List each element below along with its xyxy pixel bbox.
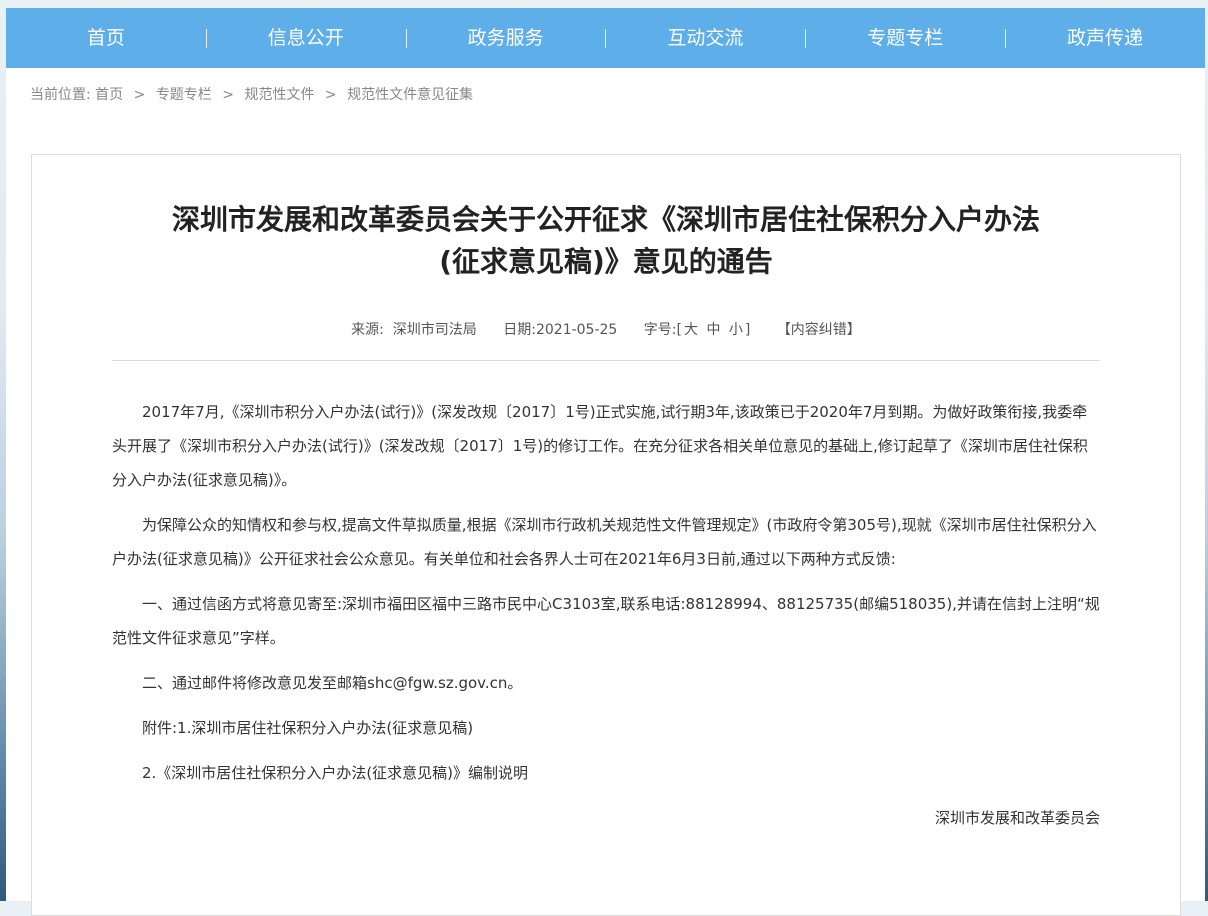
font-size-medium-button[interactable]: 中 xyxy=(706,322,720,338)
article-panel: 深圳市发展和改革委员会关于公开征求《深圳市居住社保积分入户办法 (征求意见稿)》… xyxy=(31,154,1181,916)
page-frame: 首页 信息公开 政务服务 互动交流 专题专栏 政声传递 当前位置: 首页 > 专… xyxy=(6,8,1205,916)
font-size-large-button[interactable]: 大 xyxy=(684,322,698,338)
meta-divider xyxy=(112,360,1100,361)
breadcrumb-link-home[interactable]: 首页 xyxy=(95,87,123,103)
nav-item-info-disclosure[interactable]: 信息公开 xyxy=(205,8,406,68)
nav-item-news[interactable]: 政声传递 xyxy=(1005,8,1205,68)
article-body: 2017年7月,《深圳市积分入户办法(试行)》(深发改规〔2017〕1号)正式实… xyxy=(112,395,1100,835)
breadcrumb-link-special-topics[interactable]: 专题专栏 xyxy=(156,87,212,103)
font-size-bracket-open: [ xyxy=(676,322,682,338)
body-paragraph: 为保障公众的知情权和参与权,提高文件草拟质量,根据《深圳市行政机关规范性文件管理… xyxy=(112,516,1097,568)
font-size-control: 字号:[大 中 小] xyxy=(644,322,751,338)
body-paragraph: 2017年7月,《深圳市积分入户办法(试行)》(深发改规〔2017〕1号)正式实… xyxy=(112,403,1088,489)
body-paragraph: 二、通过邮件将修改意见发至邮箱shc@fgw.sz.gov.cn。 xyxy=(142,674,523,692)
article-title-line-1: 深圳市发展和改革委员会关于公开征求《深圳市居住社保积分入户办法 xyxy=(171,203,1040,236)
breadcrumb-separator: > xyxy=(133,87,146,103)
main-nav: 首页 信息公开 政务服务 互动交流 专题专栏 政声传递 xyxy=(6,8,1205,68)
breadcrumb: 当前位置: 首页 > 专题专栏 > 规范性文件 > 规范性文件意见征集 xyxy=(6,68,1205,124)
source-info: 来源: 深圳市司法局 xyxy=(351,322,477,338)
breadcrumb-separator: > xyxy=(324,87,337,103)
breadcrumb-link-consultation[interactable]: 规范性文件意见征集 xyxy=(347,87,473,103)
article-title: 深圳市发展和改革委员会关于公开征求《深圳市居住社保积分入户办法 (征求意见稿)》… xyxy=(112,199,1100,283)
article-meta: 来源: 深圳市司法局 日期:2021-05-25 字号:[大 中 小] 【内容纠… xyxy=(32,319,1180,341)
nav-item-special-topics[interactable]: 专题专栏 xyxy=(805,8,1005,68)
date-label: 日期: xyxy=(503,322,536,338)
source-label: 来源: xyxy=(351,322,384,338)
article-title-line-2: (征求意见稿)》意见的通告 xyxy=(439,245,773,278)
font-size-small-button[interactable]: 小 xyxy=(729,322,743,338)
attachment-link-2[interactable]: 2.《深圳市居住社保积分入户办法(征求意见稿)》编制说明 xyxy=(112,756,1100,790)
source-value: 深圳市司法局 xyxy=(392,322,477,338)
date-value: 2021-05-25 xyxy=(535,322,618,338)
breadcrumb-prefix: 当前位置: xyxy=(30,87,91,103)
signature: 深圳市发展和改革委员会 xyxy=(934,809,1100,827)
report-error-link[interactable]: 【内容纠错】 xyxy=(777,322,861,338)
breadcrumb-link-normative-docs[interactable]: 规范性文件 xyxy=(244,87,314,103)
date-info: 日期:2021-05-25 xyxy=(503,322,617,338)
font-size-bracket-close: ] xyxy=(744,322,751,338)
font-size-label: 字号: xyxy=(643,322,677,338)
nav-item-government-services[interactable]: 政务服务 xyxy=(405,8,606,68)
nav-item-interaction[interactable]: 互动交流 xyxy=(605,8,805,68)
body-paragraph: 一、通过信函方式将意见寄至:深圳市福田区福中三路市民中心C3103室,联系电话:… xyxy=(112,595,1100,647)
attachment-link-1[interactable]: 附件:1.深圳市居住社保积分入户办法(征求意见稿) xyxy=(112,711,1100,745)
nav-item-home[interactable]: 首页 xyxy=(6,8,206,68)
breadcrumb-separator: > xyxy=(222,87,234,103)
